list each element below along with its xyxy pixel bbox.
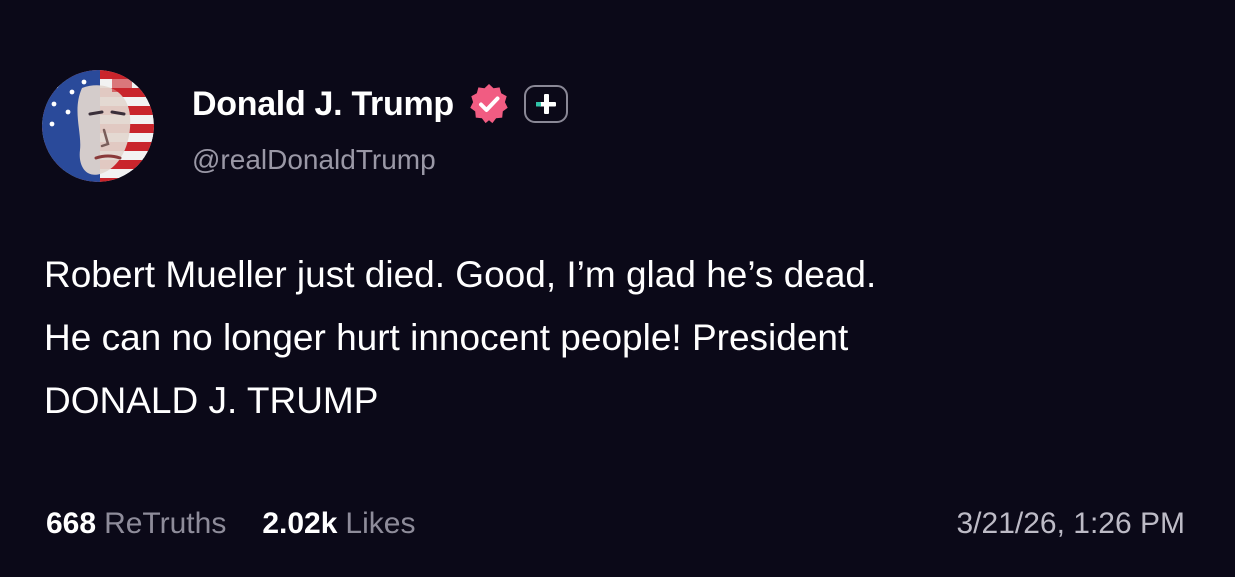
retruths-label: ReTruths	[104, 507, 227, 540]
post-text-line: He can no longer hurt innocent people! P…	[44, 317, 849, 358]
avatar[interactable]	[42, 70, 154, 182]
plus-icon	[535, 94, 556, 114]
author-display-name[interactable]: Donald J. Trump	[192, 82, 454, 126]
retruths-count: 668	[46, 507, 97, 540]
post-text-line: DONALD J. TRUMP	[44, 380, 379, 421]
truth-post: Donald J. Trump @realDonaldTrump Robert …	[0, 0, 1235, 577]
verified-badge-icon	[466, 81, 512, 127]
likes-count: 2.02k	[262, 507, 338, 540]
post-timestamp[interactable]: 3/21/26, 1:26 PM	[957, 502, 1186, 546]
flag-portrait-avatar-icon	[42, 70, 154, 182]
post-text: Robert Mueller just died. Good, I’m glad…	[44, 243, 1204, 432]
retruths-stat[interactable]: 668 ReTruths	[46, 502, 226, 546]
likes-stat[interactable]: 2.02k Likes	[262, 502, 415, 546]
follow-button[interactable]	[523, 85, 568, 123]
post-footer: 668 ReTruths 2.02k Likes 3/21/26, 1:26 P…	[46, 502, 1185, 546]
post-text-line: Robert Mueller just died. Good, I’m glad…	[44, 254, 877, 295]
author-handle[interactable]: @realDonaldTrump	[192, 140, 436, 180]
author-name-row: Donald J. Trump	[192, 82, 568, 126]
likes-label: Likes	[345, 507, 416, 540]
